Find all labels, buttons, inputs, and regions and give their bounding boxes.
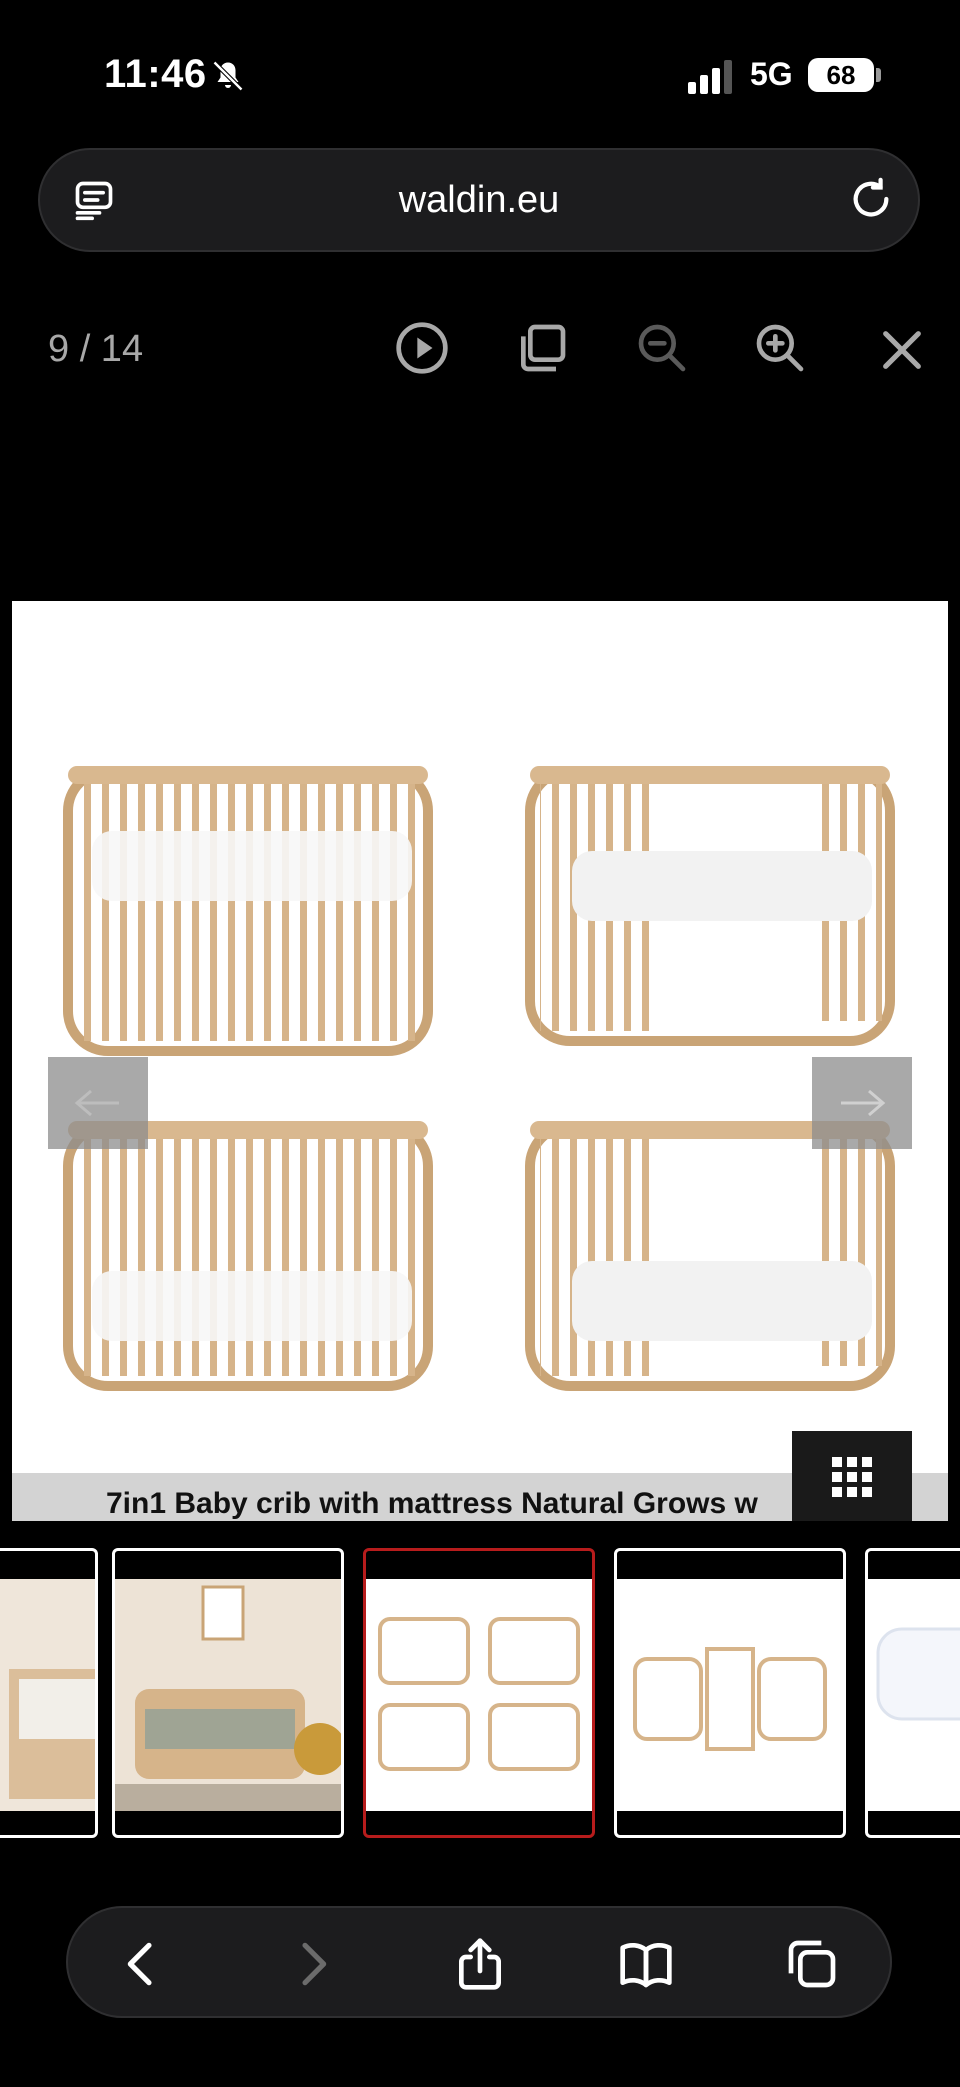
arrow-left-icon bbox=[74, 1089, 119, 1117]
share-icon[interactable] bbox=[452, 1936, 508, 1992]
battery-tip bbox=[876, 68, 881, 82]
thumb-crib-in-room[interactable] bbox=[0, 1548, 98, 1838]
signal-icon bbox=[688, 60, 732, 94]
thumb-nursery-sofa[interactable] bbox=[112, 1548, 344, 1838]
chevron-left-icon[interactable] bbox=[114, 1936, 170, 1992]
thumb-chairs-table[interactable] bbox=[614, 1548, 846, 1838]
image-caption: 7in1 Baby crib with mattress Natural Gro… bbox=[106, 1487, 758, 1520]
reader-icon[interactable] bbox=[72, 178, 116, 222]
thumbnail-strip[interactable] bbox=[0, 1548, 960, 1844]
grid-view-button[interactable] bbox=[792, 1431, 912, 1521]
previous-image-button[interactable] bbox=[48, 1057, 148, 1149]
play-icon[interactable] bbox=[394, 320, 450, 376]
url-text[interactable]: waldin.eu bbox=[40, 150, 918, 250]
main-image: 7in1 Baby crib with mattress Natural Gro… bbox=[12, 601, 948, 1521]
crib-bottom-left bbox=[63, 1121, 433, 1391]
image-counter: 9 / 14 bbox=[48, 328, 144, 370]
battery-indicator: 68 bbox=[808, 58, 874, 92]
status-time: 11:46 bbox=[104, 52, 207, 96]
crib-top-left bbox=[63, 766, 433, 1056]
next-image-button[interactable] bbox=[812, 1057, 912, 1149]
thumb-mattress[interactable] bbox=[865, 1548, 960, 1838]
grid-icon bbox=[832, 1457, 872, 1497]
crib-bottom-right bbox=[525, 1121, 895, 1391]
chevron-right-icon[interactable] bbox=[284, 1936, 340, 1992]
thumb-four-cribs[interactable] bbox=[363, 1548, 595, 1838]
zoom-out-icon[interactable] bbox=[634, 320, 690, 376]
close-icon[interactable] bbox=[874, 322, 930, 378]
copy-icon[interactable] bbox=[514, 320, 570, 376]
reload-icon[interactable] bbox=[848, 176, 894, 222]
network-type: 5G bbox=[750, 56, 793, 92]
tabs-icon[interactable] bbox=[784, 1936, 840, 1992]
crib-illustration bbox=[63, 766, 895, 1391]
arrow-right-icon bbox=[841, 1089, 886, 1117]
silent-bell-icon bbox=[212, 60, 244, 92]
address-bar[interactable]: waldin.eu bbox=[38, 148, 920, 252]
crib-top-right bbox=[525, 766, 895, 1046]
zoom-in-icon[interactable] bbox=[752, 320, 808, 376]
book-icon[interactable] bbox=[618, 1936, 674, 1992]
battery-level: 68 bbox=[826, 59, 856, 90]
browser-toolbar bbox=[66, 1906, 892, 2018]
